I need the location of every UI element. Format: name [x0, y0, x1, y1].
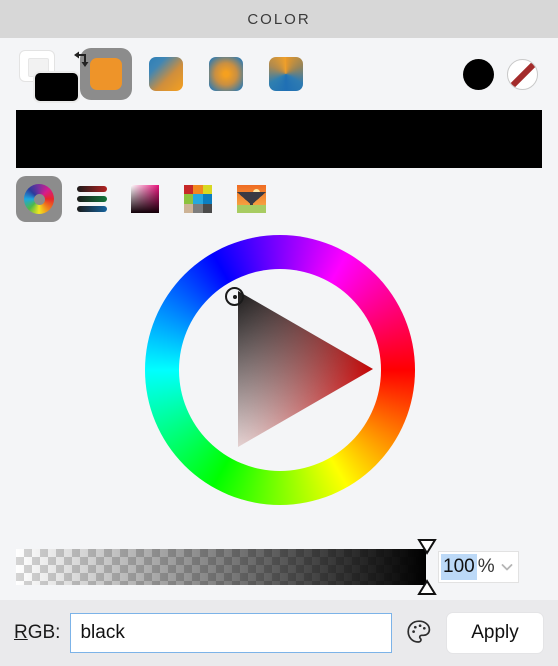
- rgb-label-rest: GB:: [27, 622, 61, 643]
- image-picker-icon: [236, 185, 266, 213]
- fill-stroke-swatches[interactable]: [14, 45, 89, 103]
- color-dialog: COLOR 100 % RGB: black Apply: [0, 0, 558, 666]
- rgb-label: RGB:: [14, 622, 60, 644]
- swatch-cell: [193, 185, 203, 195]
- fill-type-conical-gradient[interactable]: [260, 48, 312, 100]
- fill-type-radial-gradient[interactable]: [200, 48, 252, 100]
- color-mode-tabs: [0, 168, 558, 230]
- bottom-bar: RGB: Apply: [0, 600, 558, 666]
- alpha-value-field[interactable]: 100 %: [438, 551, 519, 583]
- no-color-icon: [506, 58, 538, 90]
- linear-gradient-icon: [149, 57, 183, 91]
- color-wheel-area[interactable]: [0, 230, 558, 534]
- preview-wrapper: [0, 110, 558, 168]
- color-wheel-icon: [24, 184, 54, 214]
- slider-marker-icon[interactable]: [416, 538, 438, 596]
- solid-circle-icon: [462, 58, 494, 90]
- alpha-unit: %: [477, 556, 495, 577]
- apply-button[interactable]: Apply: [446, 612, 544, 654]
- rgb-label-mnemonic: R: [14, 622, 28, 643]
- chevron-down-icon[interactable]: [500, 560, 514, 574]
- fill-toolbar: [0, 38, 558, 110]
- tab-color-plane[interactable]: [122, 176, 168, 222]
- solid-color-button[interactable]: [456, 52, 500, 96]
- swatch-cell: [202, 203, 212, 213]
- rgb-sliders-icon: [77, 184, 107, 214]
- saturation-value-triangle[interactable]: [183, 271, 379, 467]
- swap-arrows-icon[interactable]: [70, 49, 92, 71]
- swatch-cell: [184, 203, 194, 213]
- radial-gradient-icon: [209, 57, 243, 91]
- color-square-icon: [131, 185, 159, 213]
- swatch-cell: [184, 194, 194, 204]
- wheel-cursor[interactable]: [225, 287, 244, 306]
- color-preview-bar[interactable]: [16, 110, 542, 168]
- swatch-cell: [193, 203, 203, 213]
- swatch-cell: [202, 185, 212, 195]
- swatch-cell: [202, 194, 212, 204]
- tab-color-wheel[interactable]: [16, 176, 62, 222]
- alpha-value[interactable]: 100: [441, 554, 477, 580]
- alpha-slider[interactable]: [16, 539, 437, 595]
- palette-button[interactable]: [402, 616, 436, 650]
- flat-color-icon: [90, 58, 122, 90]
- swatch-cell: [184, 185, 194, 195]
- hue-ring[interactable]: [145, 235, 415, 505]
- fill-type-linear-gradient[interactable]: [140, 48, 192, 100]
- swatch-cell: [193, 194, 203, 204]
- no-color-button[interactable]: [500, 52, 544, 96]
- titlebar: COLOR: [0, 0, 558, 38]
- tab-image-picker[interactable]: [228, 176, 274, 222]
- swatches-grid-icon: [184, 185, 212, 213]
- fill-swatch[interactable]: [33, 71, 80, 103]
- conical-gradient-icon: [269, 57, 303, 91]
- tab-swatches[interactable]: [175, 176, 221, 222]
- rgb-input[interactable]: [70, 613, 392, 653]
- window-title: COLOR: [247, 10, 311, 28]
- alpha-row: 100 %: [0, 534, 558, 600]
- alpha-gradient: [16, 549, 426, 585]
- palette-icon: [406, 619, 432, 648]
- tab-rgb-sliders[interactable]: [69, 176, 115, 222]
